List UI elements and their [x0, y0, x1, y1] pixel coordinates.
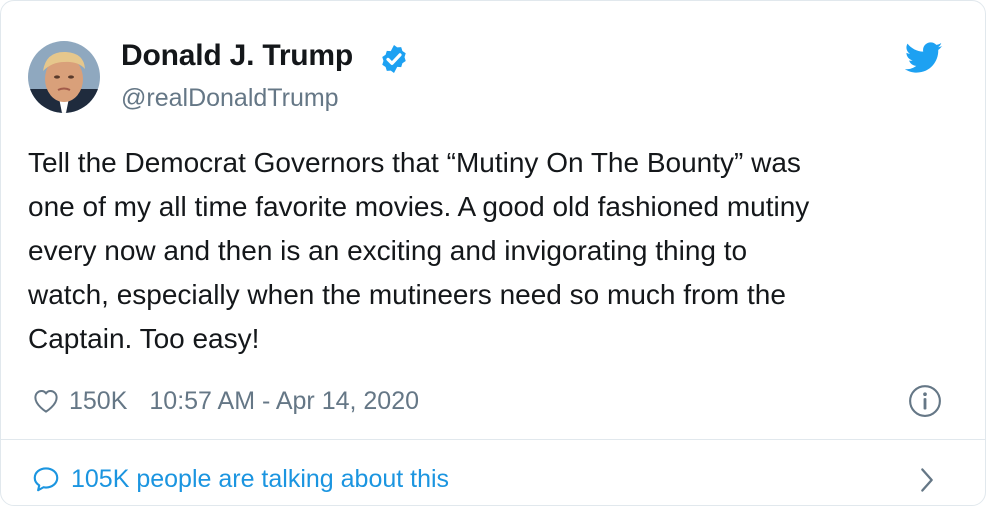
conversation-label: 105K people are talking about this	[71, 464, 450, 493]
tweet-text: Tell the Democrat Governors that “Mutiny…	[28, 147, 810, 354]
divider	[1, 439, 985, 440]
timestamp[interactable]: 10:57 AM - Apr 14, 2020	[149, 387, 419, 416]
twitter-bird-icon[interactable]	[905, 42, 943, 74]
heart-icon[interactable]	[31, 386, 61, 416]
avatar[interactable]	[28, 41, 100, 113]
author-handle[interactable]: @realDonaldTrump	[121, 84, 339, 113]
tweet-card: Donald J. Trump @realDonaldTrump Tell th…	[0, 0, 986, 506]
author-name[interactable]: Donald J. Trump	[121, 39, 353, 73]
info-icon[interactable]	[908, 384, 942, 418]
profile-photo	[28, 41, 100, 113]
speech-bubble-icon	[33, 467, 59, 492]
chevron-right-icon[interactable]	[917, 466, 937, 494]
like-count[interactable]: 150K	[69, 387, 127, 416]
verified-badge-icon	[382, 45, 406, 73]
tweet-meta: 150K 10:57 AM - Apr 14, 2020	[31, 381, 419, 421]
conversation-link[interactable]: 105K people are talking about this	[31, 459, 449, 499]
